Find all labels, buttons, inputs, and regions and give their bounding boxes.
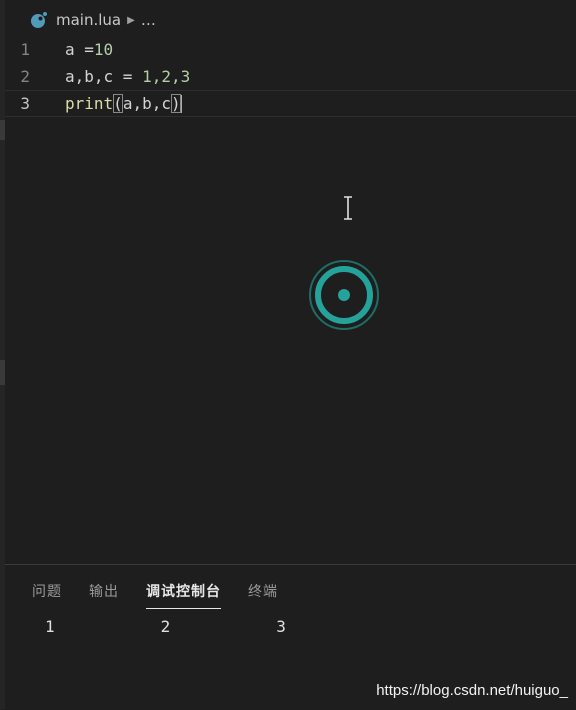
code-text[interactable]: a,b,c = 1,2,3 [65,67,190,86]
tab-debug-console[interactable]: 调试控制台 [146,581,221,609]
tab-problems[interactable]: 问题 [32,581,62,609]
panel-tabs: 问题 输出 调试控制台 终端 [32,581,305,609]
breadcrumb-file[interactable]: main.lua [56,11,121,29]
tab-output[interactable]: 输出 [89,581,119,609]
code-line[interactable]: 2 a,b,c = 1,2,3 [5,63,576,90]
code-token: = [113,67,143,86]
code-token: a,b,c [65,67,114,86]
line-number: 1 [20,40,30,59]
line-number: 2 [20,67,30,86]
code-line[interactable]: 1 a =10 [5,36,576,63]
line-number: 3 [20,94,30,113]
scroll-marker [0,360,5,385]
code-token: 1,2,3 [142,67,191,86]
code-token: = [74,40,94,59]
breadcrumb: main.lua ▶ … [30,8,156,32]
code-token: 10 [93,40,114,59]
text-cursor-icon [342,196,354,220]
recording-indicator-icon [308,259,380,331]
chevron-right-icon: ▶ [127,14,135,26]
watermark: https://blog.csdn.net/huiguo_ [376,682,568,699]
lua-file-icon [30,11,48,29]
code-token: a,b,c [122,93,171,113]
code-text[interactable]: print(a,b,c) [65,93,182,114]
text-caret [179,95,182,114]
code-editor[interactable]: 1 a =10 2 a,b,c = 1,2,3 3 print(a,b,c) [5,36,576,117]
code-token: print [65,93,114,113]
code-text[interactable]: a =10 [65,40,113,59]
code-token: a [65,40,75,59]
debug-console-output: 1 2 3 [45,617,286,636]
breadcrumb-ellipsis[interactable]: … [141,11,156,29]
scroll-marker [0,120,5,140]
code-token: ( [113,93,123,113]
code-line-current[interactable]: 3 print(a,b,c) [5,90,576,117]
tab-terminal[interactable]: 终端 [248,581,278,609]
